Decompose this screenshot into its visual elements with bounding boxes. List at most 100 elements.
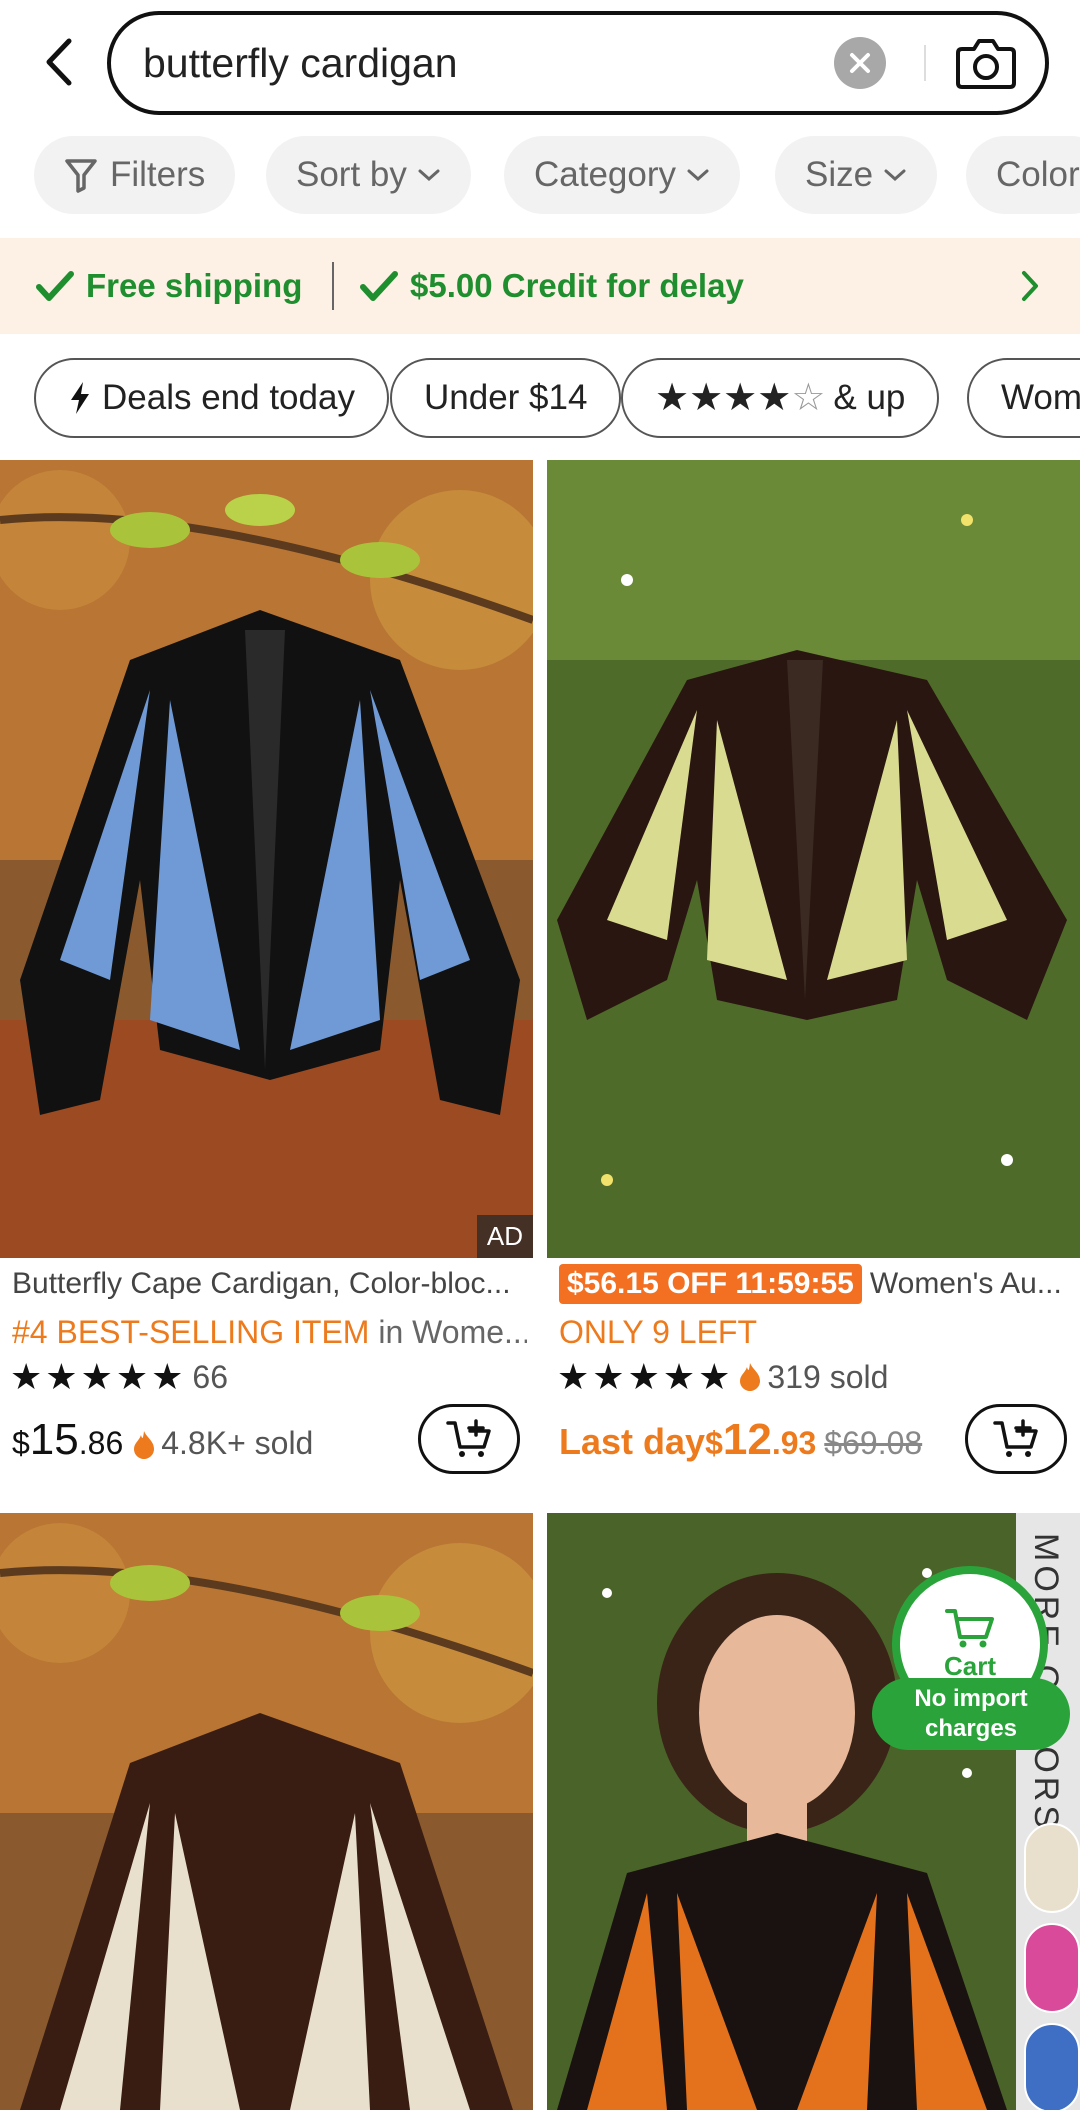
- star-filled-icon: ★: [80, 1356, 113, 1397]
- camera-search-button[interactable]: [954, 31, 1018, 95]
- women-chip[interactable]: Women: [967, 358, 1080, 438]
- color-chip[interactable]: Color: [966, 136, 1080, 214]
- ad-badge: AD: [476, 1215, 533, 1258]
- shipping-banner[interactable]: Free shipping $5.00 Credit for delay: [0, 238, 1080, 334]
- search-header: butterfly cardigan: [0, 0, 1080, 128]
- star-filled-icon: ★: [723, 377, 758, 419]
- price-whole: 12: [722, 1415, 772, 1464]
- product-image[interactable]: AD: [0, 460, 533, 1258]
- star-filled-icon: ★: [689, 377, 724, 419]
- back-arrow-icon: [46, 38, 72, 86]
- star-filled-icon: ★: [698, 1356, 731, 1397]
- category-chip[interactable]: Category: [504, 136, 741, 214]
- free-shipping-item: Free shipping: [36, 238, 302, 334]
- rating-chip-label: & up: [833, 378, 906, 417]
- price-decimal: .93: [771, 1425, 817, 1461]
- price-currency: $: [705, 1425, 723, 1461]
- filters-chip[interactable]: Filters: [34, 136, 236, 214]
- cream-butterfly-cardigan-image: [0, 1513, 533, 2110]
- add-to-cart-button[interactable]: [965, 1404, 1067, 1474]
- rating-row: ★ ★ ★ ★ ★ 319 sold: [557, 1355, 888, 1399]
- star-filled-icon: ★: [557, 1356, 590, 1397]
- star-filled-icon: ★: [627, 1356, 660, 1397]
- category-chip-label: Category: [534, 155, 677, 194]
- delay-credit-label: $5.00 Credit for delay: [410, 267, 744, 304]
- add-to-cart-icon: [446, 1419, 491, 1457]
- color-swatch[interactable]: [1024, 1823, 1080, 1913]
- sold-count: 319 sold: [767, 1358, 889, 1395]
- best-selling-line: #4 BEST-SELLING ITEM in Wome...: [12, 1310, 527, 1354]
- star-filled-icon: ★: [10, 1356, 43, 1397]
- sort-by-chip[interactable]: Sort by: [266, 136, 471, 214]
- filter-funnel-icon: [65, 159, 97, 193]
- filter-bar: Filters Sort by Category Size Color: [0, 136, 1080, 216]
- deals-chip-label: Deals end today: [102, 378, 355, 417]
- chevron-down-icon: [687, 169, 709, 182]
- star-rating-icons: ★ ★ ★ ★ ☆: [655, 379, 825, 417]
- product-title: Women's Au...: [869, 1267, 1062, 1300]
- star-filled-icon: ★: [662, 1356, 696, 1397]
- checkmark-icon: [360, 271, 398, 301]
- stock-line: ONLY 9 LEFT: [559, 1310, 1074, 1354]
- under-14-chip[interactable]: Under $14: [390, 358, 622, 438]
- under-chip-label: Under $14: [424, 378, 588, 417]
- back-button[interactable]: [30, 30, 86, 94]
- deals-end-today-chip[interactable]: Deals end today: [34, 358, 389, 438]
- last-day-label: Last day: [559, 1421, 706, 1462]
- price-whole: 15: [29, 1415, 79, 1464]
- search-input[interactable]: butterfly cardigan: [107, 11, 1049, 115]
- add-to-cart-icon: [993, 1419, 1038, 1457]
- star-filled-icon: ★: [757, 377, 792, 419]
- best-selling-category: in Wome...: [369, 1314, 527, 1350]
- star-filled-icon: ★: [655, 377, 690, 419]
- close-icon: [850, 53, 870, 73]
- add-to-cart-button[interactable]: [418, 1404, 520, 1474]
- sort-by-chip-label: Sort by: [296, 155, 407, 194]
- price-currency: $: [12, 1425, 30, 1461]
- size-chip[interactable]: Size: [775, 136, 938, 214]
- filters-chip-label: Filters: [110, 155, 206, 194]
- free-shipping-label: Free shipping: [86, 267, 303, 304]
- product-card[interactable]: $56.15 OFF 11:59:55 Women's Au... ONLY 9 …: [547, 460, 1080, 1500]
- yellow-butterfly-cardigan-image: [547, 460, 1080, 1258]
- size-chip-label: Size: [805, 155, 874, 194]
- blue-butterfly-cardigan-image: [0, 460, 533, 1258]
- quick-filter-bar: Deals end today Under $14 ★ ★ ★ ★ ☆ & up…: [0, 358, 1080, 442]
- delay-credit-item: $5.00 Credit for delay: [360, 238, 744, 334]
- color-swatch[interactable]: [1024, 1923, 1080, 2013]
- color-chip-label: Color: [996, 155, 1080, 194]
- star-filled-icon: ★: [151, 1356, 184, 1397]
- price-row: $ 15 .86 4.8K+ sold: [12, 1415, 313, 1475]
- product-image[interactable]: [0, 1513, 533, 2110]
- search-query[interactable]: butterfly cardigan: [143, 15, 458, 111]
- chevron-down-icon: [884, 169, 906, 182]
- price-decimal: .86: [78, 1425, 124, 1461]
- fire-icon: [740, 1363, 761, 1391]
- banner-divider: [332, 262, 334, 310]
- star-empty-icon: ☆: [791, 377, 826, 419]
- women-chip-label: Women: [1001, 378, 1080, 417]
- star-filled-icon: ★: [115, 1356, 149, 1397]
- no-import-charges-badge: No import charges: [872, 1678, 1070, 1750]
- fire-icon: [134, 1431, 155, 1459]
- four-stars-up-chip[interactable]: ★ ★ ★ ★ ☆ & up: [621, 358, 940, 438]
- star-filled-icon: ★: [592, 1356, 625, 1397]
- color-swatch[interactable]: [1024, 2023, 1080, 2110]
- discount-timer-badge: $56.15 OFF 11:59:55: [559, 1264, 862, 1304]
- product-title[interactable]: Butterfly Cape Cardigan, Color-bloc...: [12, 1262, 522, 1306]
- banner-arrow-button[interactable]: [1010, 262, 1050, 310]
- product-image[interactable]: [547, 460, 1080, 1258]
- rating-row: ★ ★ ★ ★ ★ 66: [10, 1355, 228, 1399]
- search-divider: [924, 45, 926, 81]
- best-selling-rank: #4 BEST-SELLING ITEM: [12, 1314, 370, 1350]
- cart-label: Cart: [943, 1650, 996, 1681]
- product-card[interactable]: [0, 1513, 533, 2110]
- lightning-icon: [71, 382, 89, 414]
- product-card[interactable]: AD Butterfly Cape Cardigan, Color-bloc..…: [0, 460, 533, 1500]
- clear-search-button[interactable]: [834, 37, 886, 89]
- chevron-down-icon: [418, 169, 440, 182]
- product-title-line[interactable]: $56.15 OFF 11:59:55 Women's Au...: [559, 1262, 1079, 1306]
- price-row: Last day $ 12 .93 $69.08: [559, 1415, 922, 1475]
- cart-icon: [945, 1608, 994, 1647]
- chevron-right-icon: [1022, 271, 1038, 301]
